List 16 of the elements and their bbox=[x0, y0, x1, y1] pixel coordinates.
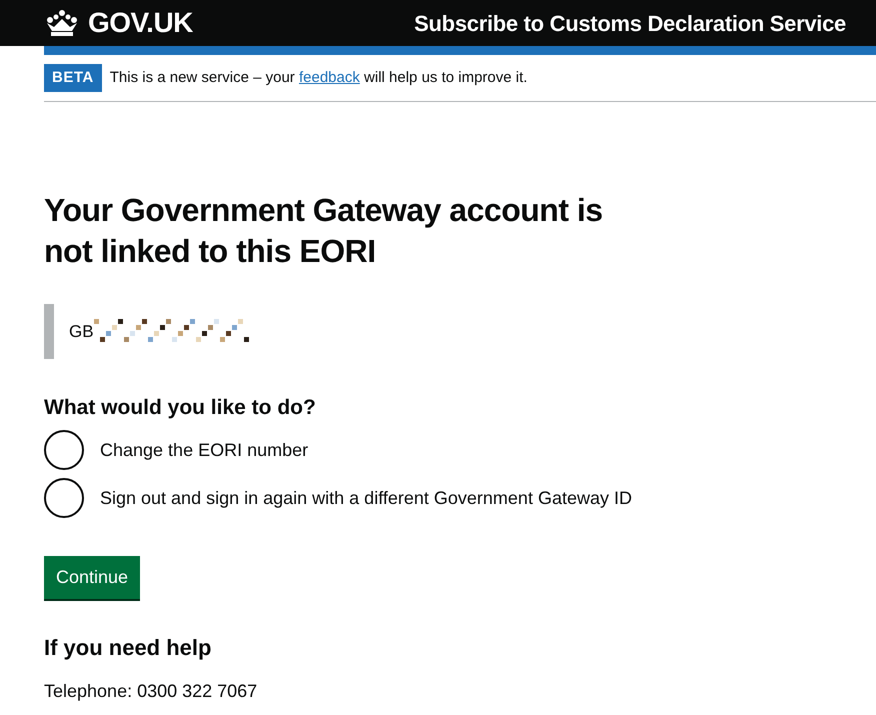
radio-button[interactable] bbox=[44, 430, 84, 470]
radio-label[interactable]: Change the EORI number bbox=[100, 436, 308, 464]
govuk-logo[interactable]: GOV.UK bbox=[44, 2, 193, 44]
phase-tag: BETA bbox=[44, 64, 102, 92]
phase-banner-text: This is a new service – your feedback will help us to improve it. bbox=[110, 68, 528, 88]
service-name: Subscribe to Customs Declaration Service bbox=[414, 10, 846, 38]
crown-icon bbox=[44, 9, 80, 37]
page-heading: Your Government Gateway account is not linked to this EORI bbox=[44, 191, 604, 271]
feedback-link[interactable]: feedback bbox=[298, 68, 360, 86]
telephone-text: Telephone: 0300 322 7067 bbox=[44, 680, 258, 703]
help-heading: If you need help bbox=[44, 635, 212, 662]
eori-number: GB bbox=[69, 320, 94, 343]
question-heading: What would you like to do? bbox=[44, 395, 317, 420]
radio-label[interactable]: Sign out and sign in again with a different Government Gateway ID bbox=[100, 484, 632, 512]
radio-button[interactable] bbox=[44, 478, 84, 518]
continue-button[interactable]: Continue bbox=[44, 556, 140, 600]
